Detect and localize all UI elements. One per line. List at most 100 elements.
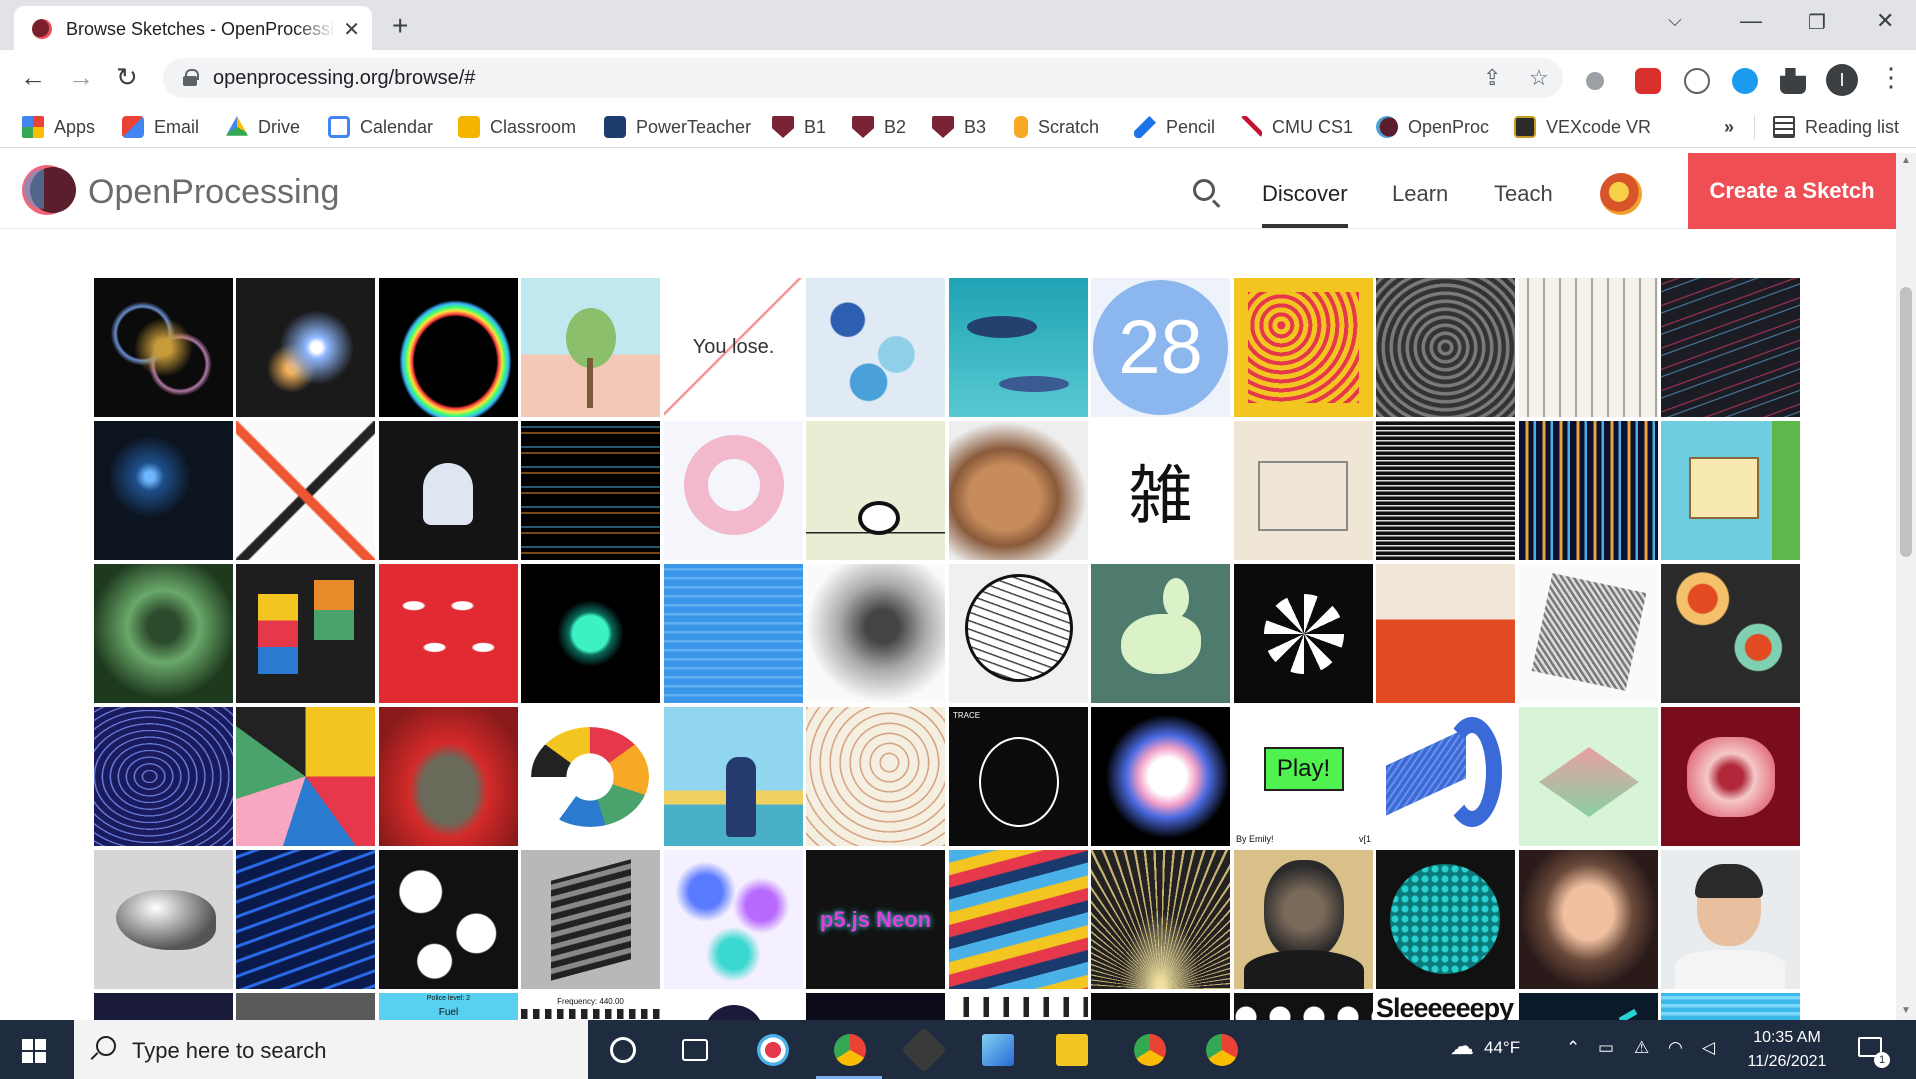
- inkscape-icon[interactable]: [901, 1027, 947, 1073]
- sketch-thumbnail[interactable]: [1376, 850, 1515, 989]
- sketch-thumbnail[interactable]: [1661, 421, 1800, 560]
- extension-circle-icon[interactable]: [1684, 68, 1710, 94]
- sketch-thumbnail[interactable]: [521, 850, 660, 989]
- sketch-thumbnail[interactable]: TRACE: [949, 707, 1088, 846]
- bookmark-email[interactable]: Email: [122, 115, 199, 139]
- sketch-thumbnail[interactable]: [1519, 564, 1658, 703]
- scroll-thumb[interactable]: [1900, 287, 1912, 557]
- bookmark-calendar[interactable]: Calendar: [328, 115, 433, 139]
- sketch-thumbnail[interactable]: [1376, 707, 1515, 846]
- taskbar-search-box[interactable]: Type here to search: [74, 1020, 588, 1079]
- sketch-thumbnail[interactable]: [94, 421, 233, 560]
- scroll-down-arrow-icon[interactable]: ▼: [1901, 1005, 1911, 1016]
- sketch-thumbnail[interactable]: [379, 564, 518, 703]
- sketch-thumbnail[interactable]: [1091, 707, 1230, 846]
- sketch-thumbnail[interactable]: [949, 278, 1088, 417]
- sketch-thumbnail[interactable]: [1234, 421, 1373, 560]
- bookmarks-overflow-button[interactable]: »: [1724, 115, 1734, 139]
- sketch-thumbnail[interactable]: [236, 421, 375, 560]
- chrome-taskbar-icon[interactable]: [834, 1034, 866, 1066]
- sketch-thumbnail[interactable]: [664, 421, 803, 560]
- sketch-thumbnail[interactable]: 28: [1091, 278, 1230, 417]
- sketch-thumbnail[interactable]: [94, 564, 233, 703]
- sketch-thumbnail[interactable]: [949, 421, 1088, 560]
- sketch-thumbnail[interactable]: [1519, 850, 1658, 989]
- extensions-puzzle-icon[interactable]: [1780, 68, 1806, 94]
- sketch-thumbnail[interactable]: [521, 278, 660, 417]
- sketch-thumbnail[interactable]: [664, 707, 803, 846]
- sketch-thumbnail[interactable]: [1661, 850, 1800, 989]
- reload-icon[interactable]: ↻: [116, 62, 138, 93]
- paint-app-icon[interactable]: [757, 1034, 789, 1066]
- sketch-thumbnail[interactable]: [1661, 993, 1800, 1020]
- sketch-thumbnail[interactable]: [1091, 564, 1230, 703]
- sketch-thumbnail[interactable]: [1661, 564, 1800, 703]
- task-view-icon[interactable]: [682, 1039, 708, 1061]
- new-tab-button[interactable]: +: [392, 10, 408, 42]
- sketch-thumbnail[interactable]: [94, 850, 233, 989]
- sketch-thumbnail[interactable]: [236, 707, 375, 846]
- sketch-thumbnail[interactable]: Frequency: 440.00: [521, 993, 660, 1020]
- site-brand[interactable]: OpenProcessing: [88, 173, 339, 212]
- page-scrollbar[interactable]: ▲ ▼: [1896, 153, 1916, 1020]
- sketch-thumbnail[interactable]: [949, 564, 1088, 703]
- sketch-thumbnail[interactable]: [806, 707, 945, 846]
- share-icon[interactable]: ⇪: [1483, 65, 1501, 91]
- weather-temperature[interactable]: 44°F: [1484, 1038, 1520, 1058]
- sketch-thumbnail[interactable]: [949, 993, 1088, 1020]
- sketch-thumbnail[interactable]: p5.js Neon: [806, 850, 945, 989]
- extension-blue-icon[interactable]: [1732, 68, 1758, 94]
- sketch-thumbnail[interactable]: You lose.: [664, 278, 803, 417]
- back-arrow-icon[interactable]: ←: [20, 62, 46, 93]
- url-text[interactable]: openprocessing.org/browse/#: [213, 67, 475, 90]
- sketch-thumbnail[interactable]: [1376, 278, 1515, 417]
- bookmark-cmu-cs1[interactable]: CMU CS1: [1240, 115, 1353, 139]
- sketch-thumbnail[interactable]: [1519, 993, 1658, 1020]
- bookmark-classroom[interactable]: Classroom: [458, 115, 576, 139]
- forward-arrow-icon[interactable]: →: [68, 62, 94, 93]
- sketch-thumbnail[interactable]: Police level: 2 Fuel: [379, 993, 518, 1020]
- minimize-button[interactable]: —: [1740, 8, 1762, 34]
- user-avatar[interactable]: [1600, 173, 1642, 215]
- chrome-icon[interactable]: [1206, 1034, 1238, 1066]
- sketch-thumbnail[interactable]: [664, 993, 803, 1020]
- sketch-thumbnail[interactable]: [94, 707, 233, 846]
- create-sketch-button[interactable]: Create a Sketch: [1688, 153, 1896, 229]
- sketch-thumbnail[interactable]: [1234, 850, 1373, 989]
- extension-puzzle-gray-icon[interactable]: [1586, 72, 1604, 90]
- reading-list-button[interactable]: Reading list: [1754, 115, 1899, 139]
- tray-chevron-up-icon[interactable]: ⌃: [1566, 1038, 1580, 1058]
- usb-alert-icon[interactable]: ⚠: [1634, 1038, 1649, 1058]
- sketch-thumbnail[interactable]: [521, 707, 660, 846]
- bookmark-drive[interactable]: Drive: [226, 115, 300, 139]
- sketch-thumbnail[interactable]: Play! By Emily! v[1: [1234, 707, 1373, 846]
- search-icon[interactable]: [1193, 179, 1215, 201]
- sketch-thumbnail[interactable]: [1519, 707, 1658, 846]
- bookmark-b1[interactable]: B1: [772, 115, 826, 139]
- tab-search-chevron-icon[interactable]: ⌵: [1668, 10, 1682, 31]
- file-explorer-icon[interactable]: [1056, 1034, 1088, 1066]
- sketch-thumbnail[interactable]: [379, 707, 518, 846]
- acrobat-icon[interactable]: [1635, 68, 1661, 94]
- sketch-thumbnail[interactable]: [379, 421, 518, 560]
- sketch-thumbnail[interactable]: [1661, 707, 1800, 846]
- bookmark-b3[interactable]: B3: [932, 115, 986, 139]
- restore-button[interactable]: ❐: [1808, 10, 1826, 35]
- nav-learn[interactable]: Learn: [1392, 181, 1448, 207]
- nav-discover[interactable]: Discover: [1262, 181, 1348, 207]
- sketch-thumbnail[interactable]: [94, 993, 233, 1020]
- sketch-thumbnail[interactable]: [236, 993, 375, 1020]
- cortana-icon[interactable]: [610, 1037, 636, 1063]
- close-tab-icon[interactable]: ✕: [343, 17, 360, 42]
- sketch-thumbnail[interactable]: [806, 564, 945, 703]
- sketch-thumbnail[interactable]: [236, 850, 375, 989]
- sketch-thumbnail[interactable]: [1376, 564, 1515, 703]
- sketch-thumbnail[interactable]: [806, 993, 945, 1020]
- bookmark-apps[interactable]: Apps: [22, 115, 95, 139]
- bookmark-pencil[interactable]: Pencil: [1134, 115, 1215, 139]
- bookmark-star-icon[interactable]: ☆: [1529, 65, 1549, 91]
- close-window-button[interactable]: ✕: [1876, 8, 1894, 34]
- sketch-thumbnail[interactable]: [379, 278, 518, 417]
- scroll-up-arrow-icon[interactable]: ▲: [1901, 155, 1911, 166]
- taskbar-clock[interactable]: 10:35 AM 11/26/2021: [1742, 1026, 1832, 1074]
